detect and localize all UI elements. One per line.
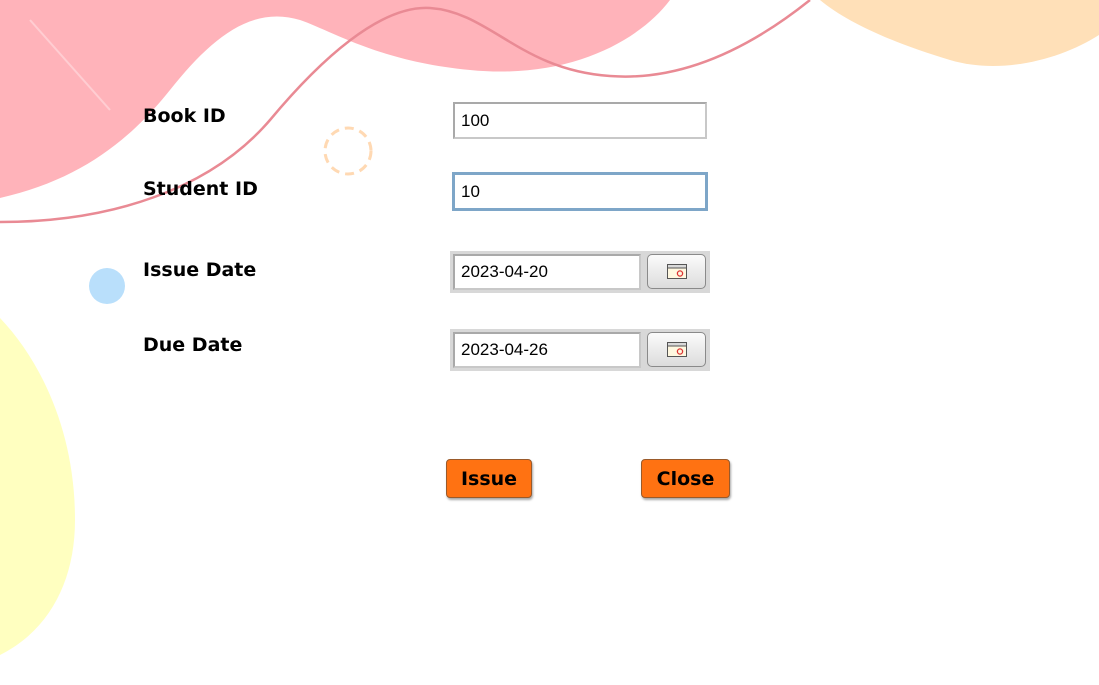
book-id-input[interactable]: 100 <box>453 102 707 139</box>
dashed-circle <box>323 126 373 176</box>
peach-blob <box>820 0 1099 66</box>
issue-date-calendar-button[interactable] <box>647 254 706 289</box>
book-id-label: Book ID <box>143 105 226 127</box>
issue-date-picker: 2023-04-20 <box>450 251 710 293</box>
issue-date-label: Issue Date <box>143 259 257 281</box>
student-id-label: Student ID <box>143 178 258 200</box>
calendar-icon <box>666 264 687 279</box>
blue-dot <box>89 268 125 304</box>
due-date-picker: 2023-04-26 <box>450 329 710 371</box>
issue-button[interactable]: Issue <box>446 459 532 498</box>
due-date-calendar-button[interactable] <box>647 332 706 367</box>
student-id-input[interactable]: 10 <box>452 172 708 211</box>
close-button[interactable]: Close <box>641 459 730 498</box>
calendar-icon <box>666 342 687 357</box>
issue-date-input[interactable]: 2023-04-20 <box>453 254 641 290</box>
due-date-label: Due Date <box>143 334 243 356</box>
yellow-blob <box>0 318 75 655</box>
due-date-input[interactable]: 2023-04-26 <box>453 332 641 368</box>
